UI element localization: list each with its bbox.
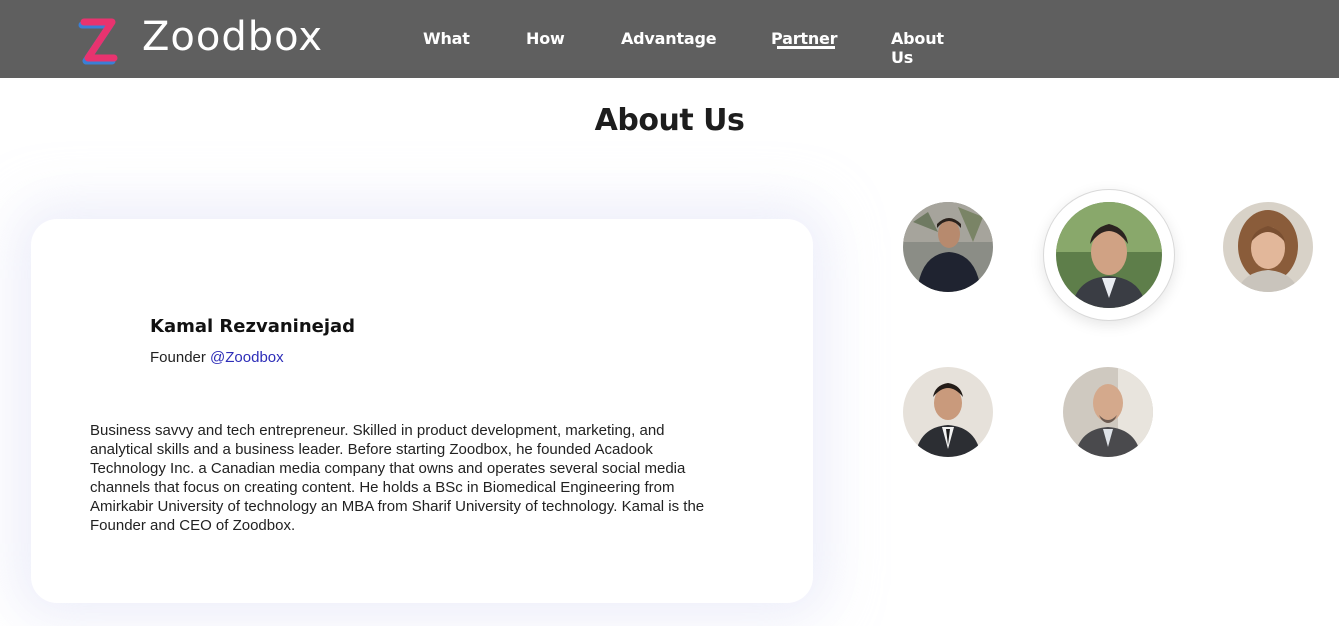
person-photo-icon bbox=[1223, 202, 1313, 292]
person-photo-icon bbox=[1063, 367, 1153, 457]
member-role: Founder @Zoodbox bbox=[150, 349, 284, 366]
member-role-title: Founder bbox=[150, 349, 206, 366]
top-navigation-bar: Zoodbox What How Advantage Partner About… bbox=[0, 0, 1339, 78]
team-avatar-1[interactable] bbox=[903, 202, 993, 292]
member-handle-link[interactable]: @Zoodbox bbox=[210, 349, 284, 366]
nav-link-about-us[interactable]: About Us bbox=[891, 29, 944, 67]
person-photo-icon bbox=[1056, 202, 1162, 308]
member-name: Kamal Rezvaninejad bbox=[150, 316, 356, 337]
nav-link-advantage[interactable]: Advantage bbox=[621, 29, 717, 48]
team-member-card: Kamal Rezvaninejad Founder @Zoodbox Busi… bbox=[31, 219, 813, 603]
team-avatar-5[interactable] bbox=[1063, 367, 1153, 457]
nav-link-what[interactable]: What bbox=[423, 29, 470, 48]
active-nav-underline bbox=[777, 46, 835, 49]
member-bio: Business savvy and tech entrepreneur. Sk… bbox=[90, 422, 705, 534]
team-avatar-4[interactable] bbox=[903, 367, 993, 457]
nav-link-how[interactable]: How bbox=[526, 29, 565, 48]
person-photo-icon bbox=[903, 202, 993, 292]
nav-link-partner[interactable]: Partner bbox=[771, 29, 838, 49]
page-title: About Us bbox=[594, 103, 745, 138]
person-photo-icon bbox=[903, 367, 993, 457]
brand-logo[interactable]: Zoodbox bbox=[76, 12, 323, 68]
team-avatar-3[interactable] bbox=[1223, 202, 1313, 292]
team-avatar-2-selected[interactable] bbox=[1056, 202, 1162, 308]
zoodbox-logo-icon bbox=[78, 18, 118, 65]
brand-name: Zoodbox bbox=[142, 14, 324, 60]
